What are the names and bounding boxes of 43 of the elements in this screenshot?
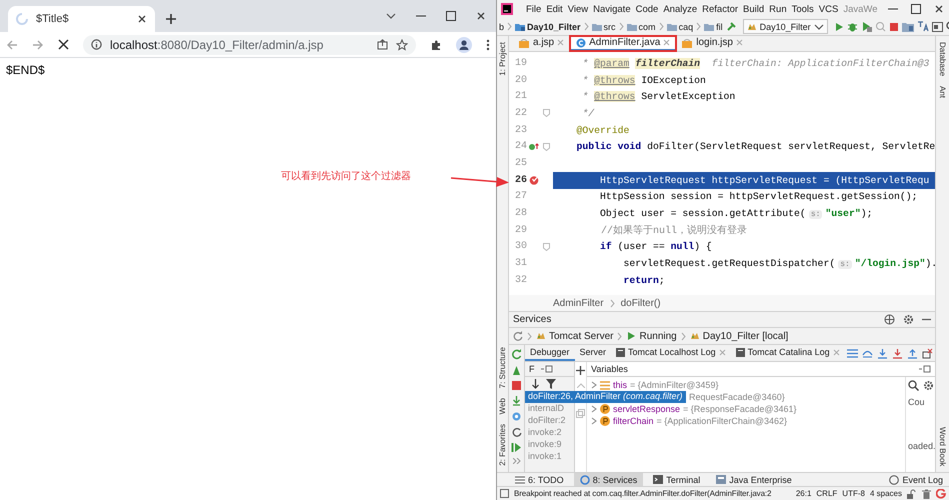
code-line: */ <box>581 108 594 119</box>
code-line: servletRequest.getRequestDispatcher( s: "/login.jsp"). <box>622 258 935 270</box>
line-number: 28 <box>514 208 527 220</box>
variable-value: = {ResponseFacade@3461} <box>683 404 797 414</box>
line-number: 23 <box>514 124 527 136</box>
code-line: * @throws IOException <box>581 74 706 86</box>
variable-name: this <box>613 380 628 390</box>
line-number: 19 <box>514 58 527 69</box>
line-number: 24 <box>514 141 527 152</box>
annotation-text: 可以看到先访问了这个过滤器 <box>281 170 411 183</box>
line-number: 25 <box>514 158 527 169</box>
panel-header: F <box>529 364 534 374</box>
line-number: 27 <box>514 191 527 202</box>
code-line: return; <box>622 274 665 286</box>
variable-name: filterChain <box>613 416 654 426</box>
code-line: HttpSession session = httpServletRequest.getSession(); <box>599 191 918 202</box>
code-line: Object user = session.getAttribute( s: "user"); <box>599 208 872 220</box>
status-message: Breakpoint reached at com.caq.filter.AdminFilter.doFilter(AdminFilter.java:2 <box>514 489 772 498</box>
line-number: 20 <box>514 74 527 86</box>
panel-header: Variables <box>591 364 628 374</box>
line-number: 29 <box>514 224 527 236</box>
variable-value: = {AdminFilter@3459} <box>630 380 718 390</box>
window-title: JavaWe <box>843 4 878 14</box>
page-text: $END$ <box>6 63 45 77</box>
variable-value: = {ApplicationFilterChain@3462} <box>656 416 788 426</box>
variable-value: RequestFacade@3460} <box>689 392 785 402</box>
line-number: 30 <box>514 241 527 252</box>
line-number: 31 <box>514 258 527 270</box>
line-number: 22 <box>514 108 527 119</box>
code-line: * @throws ServletException <box>581 91 736 102</box>
cut-text: oaded. <box>908 441 935 451</box>
cut-text: Cou <box>908 397 925 407</box>
code-line: if (user == null) { <box>599 241 712 252</box>
line-number: 26 <box>514 174 527 186</box>
code-line: public void doFilter(ServletRequest servletRequest, ServletRe <box>576 141 935 152</box>
code-line: @Override <box>576 124 630 136</box>
code-line: * @param filterChain filterChain: ApplicationFilterChain@3 <box>581 58 930 69</box>
code-line: //如果等于null，说明没有登录 <box>600 224 748 238</box>
variable-name: servletResponse <box>613 404 680 414</box>
line-number: 21 <box>514 91 527 102</box>
panel-title: Services <box>513 314 552 325</box>
line-number: 32 <box>514 274 527 286</box>
current-code-line: HttpServletRequest httpServletRequest = (HttpServletRequ <box>599 174 930 186</box>
